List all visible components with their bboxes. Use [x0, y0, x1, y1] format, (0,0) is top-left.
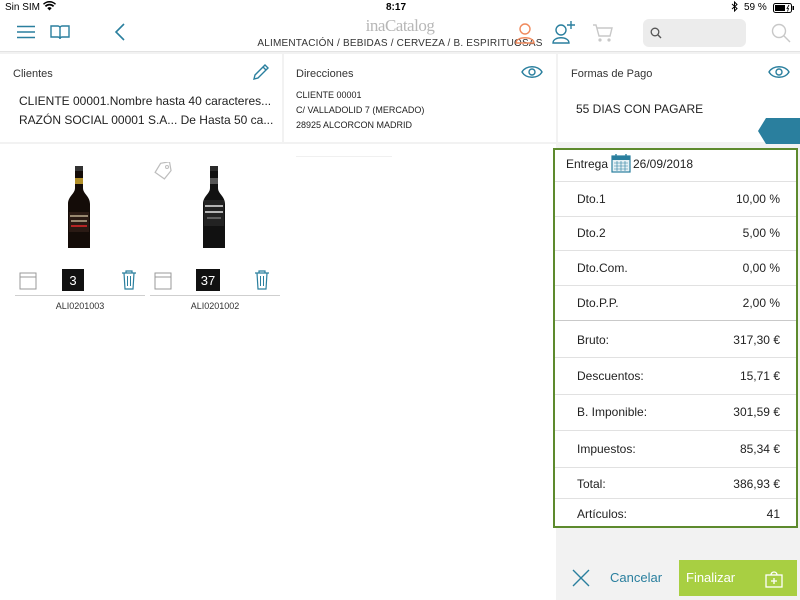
search-input[interactable] [643, 19, 746, 47]
calendar-icon[interactable] [611, 153, 631, 176]
note-icon[interactable] [153, 271, 173, 291]
product-card[interactable]: 3 ALI0201003 [15, 150, 145, 315]
summary-row: Descuentos: 15,71 € [555, 358, 796, 395]
summary-value: 301,59 € [733, 405, 780, 419]
summary-value: 41 [766, 507, 780, 521]
battery-icon [773, 3, 795, 16]
direcciones-card[interactable]: Direcciones CLIENTE 00001 C/ VALLADOLID … [284, 54, 556, 142]
summary-value: 5,00 % [742, 226, 780, 240]
direcciones-title: Direcciones [296, 68, 354, 80]
carrier-label: Sin SIM [5, 2, 41, 13]
summary-value: 2,00 % [742, 296, 780, 310]
summary-row: Impuestos: 85,34 € [555, 431, 796, 468]
menu-icon[interactable] [14, 22, 38, 42]
finalize-basket-icon [765, 568, 783, 591]
user-icon[interactable] [513, 21, 537, 45]
entrega-label: Entrega [566, 157, 609, 171]
search-button-icon[interactable] [768, 20, 794, 46]
entrega-date: 26/09/2018 [633, 157, 694, 171]
entrega-row[interactable]: Entrega 26/09/2018 [555, 150, 796, 182]
summary-label: Artículos: [577, 507, 628, 521]
direccion-line-3: 28925 ALCORCON MADRID [296, 120, 413, 130]
breadcrumb: ALIMENTACIÓN / BEBIDAS / CERVEZA / B. ES… [257, 38, 543, 49]
quantity-row: 37 [150, 268, 280, 296]
order-summary: Entrega 26/09/2018 Dto.1 10,00 % Dto.2 5… [553, 148, 798, 528]
formas-pago-title: Formas de Pago [571, 68, 653, 80]
wifi-icon [43, 1, 56, 14]
summary-value: 317,30 € [733, 333, 780, 347]
book-icon[interactable] [48, 22, 72, 42]
finalize-button[interactable]: Finalizar [679, 560, 797, 596]
summary-row[interactable]: Dto.P.P. 2,00 % [555, 286, 796, 321]
summary-row: Bruto: 317,30 € [555, 321, 796, 358]
view-icon[interactable] [766, 62, 792, 82]
summary-label: Dto.1 [577, 192, 606, 206]
formas-pago-card[interactable]: Formas de Pago 55 DIAS CON PAGARE [558, 54, 800, 144]
summary-row[interactable]: Dto.1 10,00 % [555, 182, 796, 217]
beer-bottle-image [65, 166, 93, 255]
divider [296, 156, 392, 157]
summary-label: Dto.2 [577, 226, 606, 240]
direccion-line-2: C/ VALLADOLID 7 (MERCADO) [296, 105, 425, 115]
bluetooth-icon [731, 0, 738, 15]
clientes-title: Clientes [13, 68, 53, 80]
quantity-row: 3 [15, 268, 145, 296]
summary-value: 15,71 € [739, 369, 780, 383]
trash-icon[interactable] [252, 269, 272, 291]
trash-icon[interactable] [119, 269, 139, 291]
summary-value: 386,93 € [733, 477, 780, 491]
view-icon[interactable] [519, 62, 545, 82]
summary-label: B. Imponible: [577, 405, 648, 419]
cliente-razon-social: RAZÓN SOCIAL 00001 S.A... De Hasta 50 ca… [19, 113, 274, 127]
cancel-label: Cancelar [610, 570, 663, 585]
summary-row[interactable]: Dto.Com. 0,00 % [555, 251, 796, 286]
nav-bar: inaCatalog ALIMENTACIÓN / BEBIDAS / CERV… [0, 16, 800, 52]
summary-label: Bruto: [577, 333, 610, 347]
summary-label: Descuentos: [577, 369, 644, 383]
info-cards: Clientes CLIENTE 00001.Nombre hasta 40 c… [0, 52, 800, 144]
summary-row[interactable]: Dto.2 5,00 % [555, 217, 796, 251]
status-bar: Sin SIM 8:17 59 % [0, 0, 800, 16]
product-code: ALI0201003 [55, 301, 105, 311]
direccion-line-1: CLIENTE 00001 [296, 90, 362, 100]
summary-value: 10,00 % [735, 192, 780, 206]
cancel-button[interactable]: Cancelar [560, 560, 678, 596]
finalize-label: Finalizar [686, 570, 736, 585]
summary-row: Artículos: 41 [555, 499, 796, 526]
beer-bottle-image [200, 166, 228, 255]
clock: 8:17 [386, 2, 407, 13]
quantity-field[interactable]: 37 [196, 269, 220, 291]
forma-pago-value: 55 DIAS CON PAGARE [576, 102, 704, 116]
tag-icon[interactable] [153, 161, 173, 185]
summary-row: B. Imponible: 301,59 € [555, 395, 796, 431]
summary-value: 0,00 % [742, 261, 780, 275]
back-icon[interactable] [110, 21, 130, 43]
summary-value: 85,34 € [739, 442, 780, 456]
quantity-field[interactable]: 3 [62, 269, 84, 291]
product-code: ALI0201002 [190, 301, 240, 311]
edit-icon[interactable] [249, 60, 273, 84]
product-card[interactable]: 37 ALI0201002 [150, 150, 280, 315]
battery-percent: 59 % [744, 2, 767, 13]
summary-label: Dto.P.P. [577, 296, 619, 310]
summary-label: Dto.Com. [577, 261, 628, 275]
cart-icon[interactable] [591, 21, 615, 45]
add-user-icon[interactable] [551, 19, 577, 45]
cliente-name: CLIENTE 00001.Nombre hasta 40 caracteres… [19, 94, 272, 108]
summary-label: Total: [577, 477, 606, 491]
note-icon[interactable] [18, 271, 38, 291]
search-icon [650, 26, 662, 44]
close-icon [571, 568, 591, 593]
brand-logo: inaCatalog [365, 16, 435, 35]
summary-row: Total: 386,93 € [555, 468, 796, 499]
clientes-card[interactable]: Clientes CLIENTE 00001.Nombre hasta 40 c… [0, 54, 282, 142]
summary-label: Impuestos: [577, 442, 636, 456]
